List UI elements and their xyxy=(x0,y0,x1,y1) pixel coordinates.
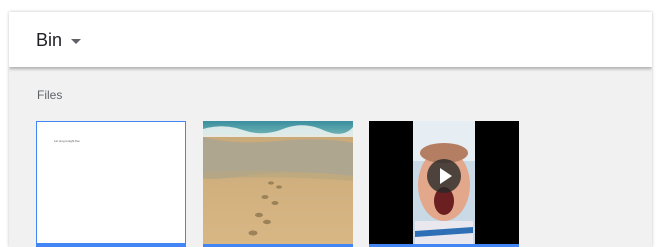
file-card-video[interactable] xyxy=(369,121,519,247)
document-preview-text: Let sing tonight five xyxy=(54,139,80,143)
files-section-label: Files xyxy=(37,88,63,102)
play-icon[interactable] xyxy=(427,159,461,193)
file-card-document[interactable]: Let sing tonight five xyxy=(36,121,186,247)
bin-menu-button[interactable]: Bin xyxy=(36,30,82,51)
page-title: Bin xyxy=(36,30,63,50)
file-card-image[interactable] xyxy=(203,121,353,247)
card-footer-bar xyxy=(37,243,185,247)
app-header: Bin xyxy=(9,12,652,67)
caret-down-icon xyxy=(71,39,82,44)
trash-view: Bin Files Let sing tonight five xyxy=(9,12,652,247)
beach-thumbnail xyxy=(203,121,353,244)
